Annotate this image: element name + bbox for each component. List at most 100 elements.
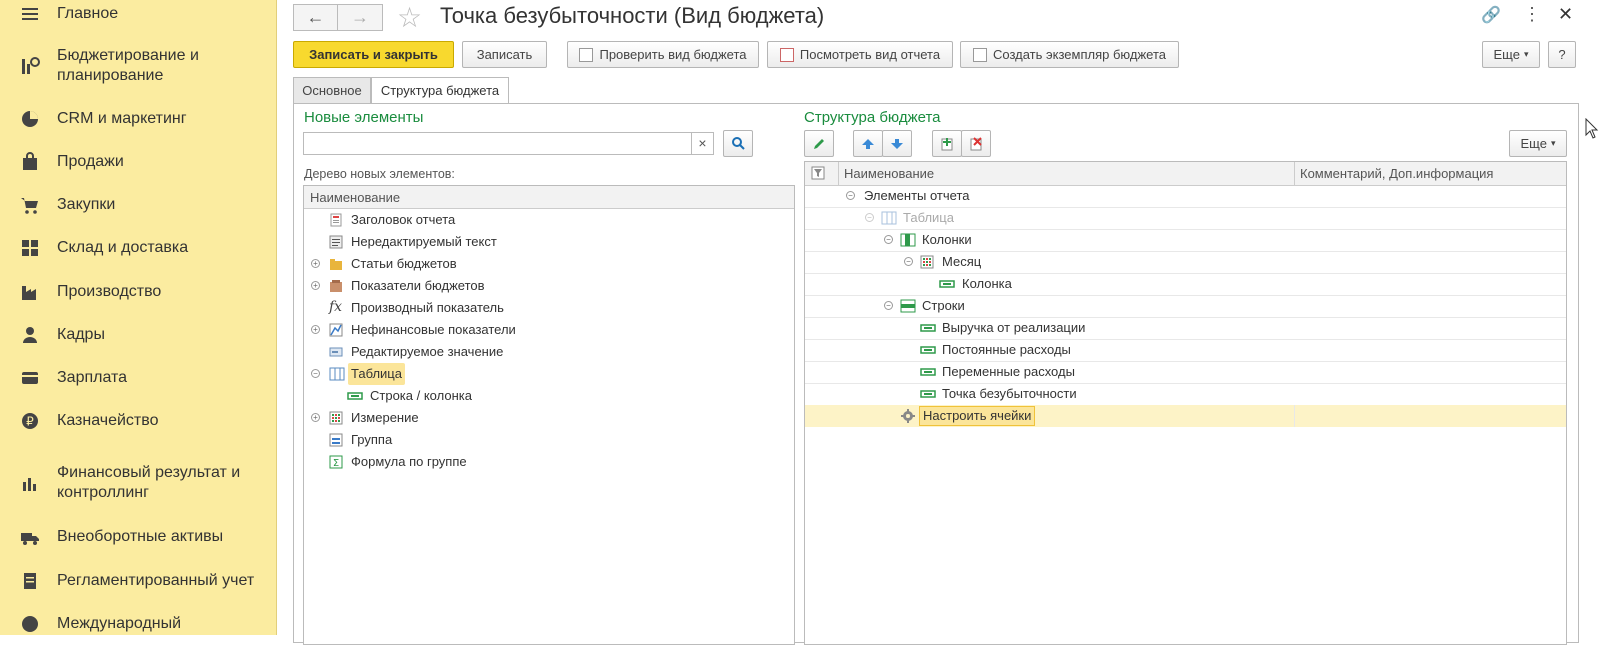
sidebar-item-purchases[interactable]: Закупки [0, 194, 276, 216]
view-report-button[interactable]: Посмотреть вид отчета [767, 41, 953, 68]
structure-row[interactable]: − Таблица [805, 207, 1566, 230]
ruble-icon: ₽ [22, 413, 38, 429]
group-icon [329, 433, 343, 447]
right-more-button[interactable]: Еще ▾ [1509, 130, 1567, 157]
link-icon[interactable]: 🔗 [1481, 5, 1501, 25]
edit-button[interactable] [804, 130, 834, 157]
sidebar-item-label: CRM и маркетинг [57, 110, 187, 127]
tree-row[interactable]: + Показатели бюджетов [304, 275, 794, 297]
tree-row[interactable]: + Измерение [304, 407, 794, 429]
tree-row-label: Строка / колонка [370, 388, 472, 403]
sidebar-item-budgeting[interactable]: Бюджетирование и планирование [0, 46, 276, 86]
collapse-icon[interactable]: − [904, 257, 913, 266]
structure-row[interactable]: Точка безубыточности [805, 383, 1566, 406]
add-element-button[interactable] [932, 130, 962, 157]
check-budget-button[interactable]: Проверить вид бюджета [567, 41, 759, 68]
expand-icon[interactable]: + [311, 413, 320, 422]
globe-icon [22, 616, 38, 632]
move-up-button[interactable] [853, 130, 883, 157]
expand-icon[interactable]: + [311, 325, 320, 334]
create-instance-label: Создать экземпляр бюджета [993, 47, 1166, 62]
tree-row[interactable]: fx Производный показатель [304, 297, 794, 319]
column-settings-icon[interactable] [811, 166, 825, 180]
delete-element-button[interactable] [961, 130, 991, 157]
gear-icon [901, 409, 915, 423]
sidebar-item-label: Международный [57, 615, 182, 632]
sidebar-item-treasury[interactable]: ₽ Казначейство [0, 410, 276, 432]
table-icon [329, 367, 345, 381]
tree-row[interactable]: Редактируемое значение [304, 341, 794, 363]
structure-row[interactable]: Постоянные расходы [805, 339, 1566, 362]
structure-row-label: Элементы отчета [864, 188, 970, 203]
forward-button[interactable]: → [337, 4, 383, 31]
structure-row[interactable]: − Месяц [805, 251, 1566, 274]
arrow-down-icon [891, 138, 903, 149]
search-input[interactable] [303, 132, 692, 155]
view-report-label: Посмотреть вид отчета [799, 47, 941, 62]
sidebar-item-salary[interactable]: Зарплата [0, 367, 276, 389]
sidebar-item-international[interactable]: Международный [0, 613, 276, 635]
factory-icon [22, 286, 36, 300]
tab-main[interactable]: Основное [293, 77, 371, 104]
save-button[interactable]: Записать [462, 41, 547, 68]
sidebar-item-fixed-assets[interactable]: Внеоборотные активы [0, 526, 276, 548]
sidebar-item-sales[interactable]: Продажи [0, 151, 276, 173]
clear-search-button[interactable]: × [692, 132, 714, 155]
sidebar-item-hr[interactable]: Кадры [0, 324, 276, 346]
expand-icon[interactable]: + [311, 281, 320, 290]
sidebar-item-warehouse[interactable]: Склад и доставка [0, 237, 276, 259]
collapse-icon[interactable]: − [846, 191, 855, 200]
structure-row[interactable]: Колонка [805, 273, 1566, 296]
tree-row[interactable]: Σ Формула по группе [304, 451, 794, 473]
collapse-icon[interactable]: − [884, 301, 893, 310]
tree-row[interactable]: Заголовок отчета [304, 209, 794, 231]
tree-row[interactable]: + Нефинансовые показатели [304, 319, 794, 341]
tree-row[interactable]: − Таблица [304, 363, 794, 385]
sidebar: Главное Бюджетирование и планирование CR… [0, 0, 277, 635]
tree-row[interactable]: Строка / колонка [304, 385, 794, 407]
sidebar-item-label: Закупки [57, 196, 116, 213]
sidebar-item-crm[interactable]: CRM и маркетинг [0, 108, 276, 130]
sidebar-item-finresult[interactable]: Финансовый результат и контроллинг [0, 463, 276, 503]
text-icon [329, 235, 343, 249]
collapse-icon[interactable]: − [311, 369, 320, 378]
help-button[interactable]: ? [1548, 41, 1576, 68]
create-instance-button[interactable]: Создать экземпляр бюджета [960, 41, 1179, 68]
expand-icon[interactable]: + [311, 259, 320, 268]
structure-row[interactable]: − Строки [805, 295, 1566, 318]
group-formula-icon: Σ [329, 455, 343, 469]
collapse-icon[interactable]: − [865, 213, 874, 222]
dimension-icon [329, 411, 343, 425]
back-button[interactable]: ← [293, 4, 338, 31]
more-vertical-icon[interactable]: ⋮ [1523, 4, 1541, 25]
structure-row[interactable]: − Элементы отчета [805, 185, 1566, 208]
structure-row[interactable]: Переменные расходы [805, 361, 1566, 384]
tree-row[interactable]: Группа [304, 429, 794, 451]
new-doc-icon [973, 47, 987, 62]
collapse-icon[interactable]: − [884, 235, 893, 244]
tab-structure[interactable]: Структура бюджета [371, 77, 509, 104]
budget-structure-title: Структура бюджета [804, 109, 941, 126]
dropdown-arrow-icon: ▾ [1550, 138, 1556, 148]
row-column-icon [920, 390, 936, 398]
search-button[interactable] [723, 130, 753, 157]
save-and-close-button[interactable]: Записать и закрыть [293, 41, 454, 68]
folder-icon [330, 259, 342, 270]
tree-row-label: Нефинансовые показатели [351, 322, 516, 337]
sidebar-item-main[interactable]: Главное [0, 3, 276, 25]
sidebar-item-production[interactable]: Производство [0, 281, 276, 303]
sidebar-item-regulated[interactable]: Регламентированный учет [0, 570, 276, 592]
close-icon[interactable]: ✕ [1558, 4, 1573, 25]
structure-row-selected[interactable]: Настроить ячейки [805, 405, 1566, 427]
structure-row[interactable]: Выручка от реализации [805, 317, 1566, 340]
tree-row[interactable]: + Статьи бюджетов [304, 253, 794, 275]
structure-row[interactable]: − Колонки [805, 229, 1566, 252]
more-button[interactable]: Еще ▾ [1482, 41, 1540, 68]
star-icon[interactable]: ☆ [397, 1, 422, 34]
menu-icon [22, 8, 38, 20]
tree-row[interactable]: Нередактируемый текст [304, 231, 794, 253]
row-column-icon [939, 280, 955, 288]
mouse-cursor-icon [1585, 118, 1599, 139]
move-down-button[interactable] [882, 130, 912, 157]
truck-icon [21, 533, 39, 545]
